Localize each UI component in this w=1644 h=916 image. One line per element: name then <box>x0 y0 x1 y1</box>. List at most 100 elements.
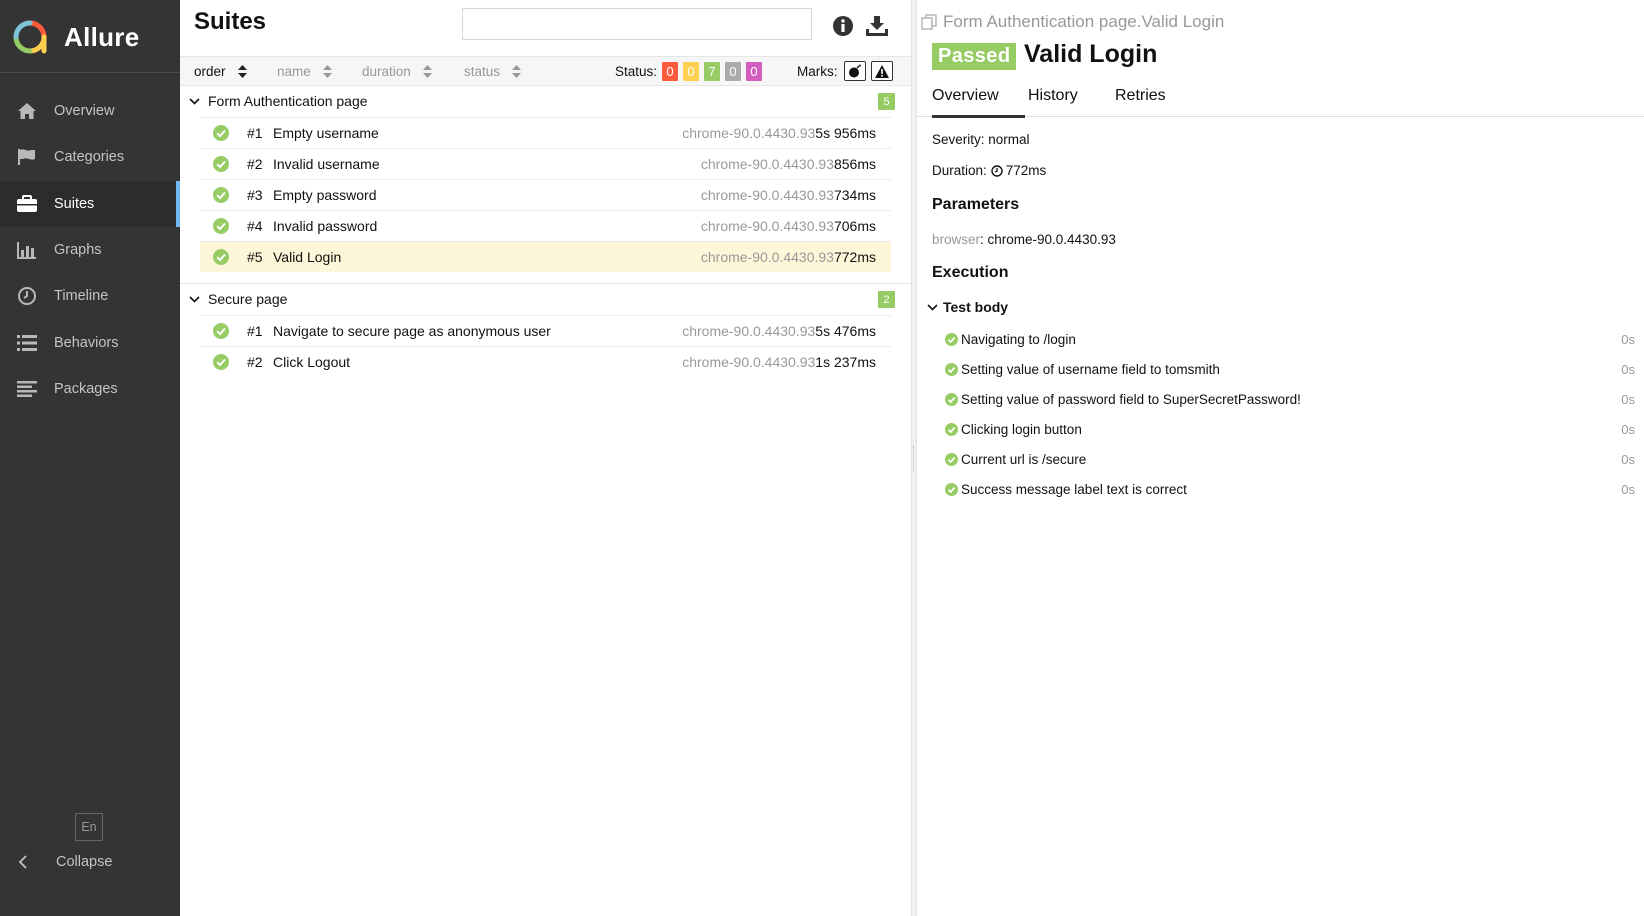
step-label: Setting value of password field to Super… <box>961 391 1301 407</box>
suite-group-name: Form Authentication page <box>208 93 368 109</box>
duration-value: 772ms <box>1005 163 1047 178</box>
passed-check-icon <box>945 422 958 436</box>
bar-chart-icon <box>16 239 38 261</box>
sidebar-item-label: Categories <box>54 149 125 166</box>
test-name: Empty password <box>273 187 377 203</box>
suite-group-form-authentication[interactable]: Form Authentication page 5 <box>180 86 911 116</box>
test-number: #1 <box>247 323 263 339</box>
download-button[interactable] <box>865 14 889 38</box>
new-failed-mark-toggle[interactable] <box>871 61 893 81</box>
test-duration: 772ms <box>833 249 876 265</box>
test-row-selected[interactable]: #5 Valid Login chrome-90.0.4430.93 772ms <box>200 241 891 272</box>
test-row[interactable]: #1 Empty username chrome-90.0.4430.93 5s… <box>200 117 891 148</box>
passed-check-icon <box>945 452 958 466</box>
page-title: Suites <box>194 8 267 35</box>
tab-overview[interactable]: Overview <box>932 87 1025 118</box>
test-row[interactable]: #1 Navigate to secure page as anonymous … <box>200 315 891 346</box>
step-row[interactable]: Current url is /secure 0s <box>945 444 1635 474</box>
sort-by-order[interactable]: order <box>194 64 247 79</box>
sidebar-item-graphs[interactable]: Graphs <box>0 227 180 273</box>
test-number: #5 <box>247 249 263 265</box>
sidebar-item-label: Timeline <box>54 288 109 305</box>
test-name: Empty username <box>273 125 379 141</box>
test-row[interactable]: #3 Empty password chrome-90.0.4430.93 73… <box>200 179 891 210</box>
parameter-key: browser <box>932 232 981 247</box>
info-button[interactable] <box>831 14 855 38</box>
status-failed-badge[interactable]: 0 <box>662 62 678 81</box>
test-environment: chrome-90.0.4430.93 <box>700 218 834 234</box>
home-icon <box>16 100 38 122</box>
marks-filter-label: Marks: <box>797 64 838 79</box>
test-environment: chrome-90.0.4430.93 <box>700 249 834 265</box>
copy-icon[interactable] <box>921 14 937 30</box>
sort-label: name <box>277 64 311 79</box>
sidebar-item-timeline[interactable]: Timeline <box>0 273 180 319</box>
chevron-down-icon <box>189 295 201 303</box>
passed-check-icon <box>213 354 229 370</box>
sort-arrows-icon <box>237 65 247 78</box>
sort-label: order <box>194 64 226 79</box>
test-name: Click Logout <box>273 354 351 370</box>
sidebar-item-label: Behaviors <box>54 334 119 351</box>
step-label: Navigating to /login <box>961 331 1076 347</box>
tab-retries[interactable]: Retries <box>1115 87 1166 115</box>
status-skipped-badge[interactable]: 0 <box>725 62 741 81</box>
test-number: #4 <box>247 218 263 234</box>
passed-check-icon <box>213 249 229 265</box>
test-name: Invalid password <box>273 218 378 234</box>
sort-arrows-icon <box>322 65 332 78</box>
clock-icon <box>991 164 1003 177</box>
severity-line: Severity: normal <box>932 132 1030 147</box>
sort-by-name[interactable]: name <box>277 64 332 79</box>
passed-check-icon <box>213 323 229 339</box>
step-row[interactable]: Navigating to /login 0s <box>945 324 1635 354</box>
step-time: 0s <box>1621 361 1635 377</box>
tab-history[interactable]: History <box>1028 87 1078 115</box>
test-row[interactable]: #2 Click Logout chrome-90.0.4430.93 1s 2… <box>200 346 891 377</box>
status-passed-badge[interactable]: 7 <box>704 62 720 81</box>
sidebar-item-behaviors[interactable]: Behaviors <box>0 319 180 365</box>
sidebar-divider <box>0 72 180 73</box>
test-row[interactable]: #4 Invalid password chrome-90.0.4430.93 … <box>200 210 891 241</box>
step-row[interactable]: Clicking login button 0s <box>945 414 1635 444</box>
test-body-toggle[interactable]: Test body <box>927 299 1008 315</box>
collapse-button[interactable]: Collapse <box>18 854 112 870</box>
allure-report-app: Allure Overview Categories Suites Graphs… <box>0 0 1644 916</box>
status-unknown-badge[interactable]: 0 <box>746 62 762 81</box>
parameters-heading: Parameters <box>932 196 1020 213</box>
passed-check-icon <box>213 125 229 141</box>
passed-check-icon <box>213 218 229 234</box>
status-broken-badge[interactable]: 0 <box>683 62 699 81</box>
detail-tabs: Overview History Retries <box>917 84 1644 118</box>
sort-by-duration[interactable]: duration <box>362 64 432 79</box>
logo[interactable]: Allure <box>12 18 139 56</box>
bomb-icon <box>849 64 861 78</box>
allure-logo-icon <box>13 20 47 54</box>
language-switcher[interactable]: En <box>75 813 103 841</box>
sort-by-status[interactable]: status <box>464 64 522 79</box>
suites-pane: Suites order name duration status Status… <box>180 0 911 916</box>
parameter-value: : chrome-90.0.4430.93 <box>980 232 1116 247</box>
status-filter-label: Status: <box>615 64 658 79</box>
sidebar-item-label: Packages <box>54 380 118 397</box>
sidebar-item-packages[interactable]: Packages <box>0 366 180 412</box>
search-input[interactable] <box>462 8 812 40</box>
breadcrumb-text: Form Authentication page.Valid Login <box>943 12 1225 31</box>
flaky-mark-toggle[interactable] <box>844 61 866 81</box>
step-row[interactable]: Setting value of username field to tomsm… <box>945 354 1635 384</box>
test-environment: chrome-90.0.4430.93 <box>700 187 834 203</box>
duration-line: Duration: 772ms <box>932 163 1046 178</box>
passed-check-icon <box>945 392 958 406</box>
sidebar-item-categories[interactable]: Categories <box>0 134 180 180</box>
test-row[interactable]: #2 Invalid username chrome-90.0.4430.93 … <box>200 148 891 179</box>
test-environment: chrome-90.0.4430.93 <box>682 354 816 370</box>
test-duration: 734ms <box>833 187 876 203</box>
chevron-left-icon <box>18 855 32 869</box>
sidebar-nav: Overview Categories Suites Graphs Timeli… <box>0 88 180 412</box>
sidebar-item-overview[interactable]: Overview <box>0 88 180 134</box>
suite-group-count: 5 <box>878 93 895 110</box>
suite-group-secure-page[interactable]: Secure page 2 <box>180 284 911 314</box>
step-row[interactable]: Setting value of password field to Super… <box>945 384 1635 414</box>
sidebar-item-suites[interactable]: Suites <box>0 180 180 228</box>
step-row[interactable]: Success message label text is correct 0s <box>945 474 1635 504</box>
